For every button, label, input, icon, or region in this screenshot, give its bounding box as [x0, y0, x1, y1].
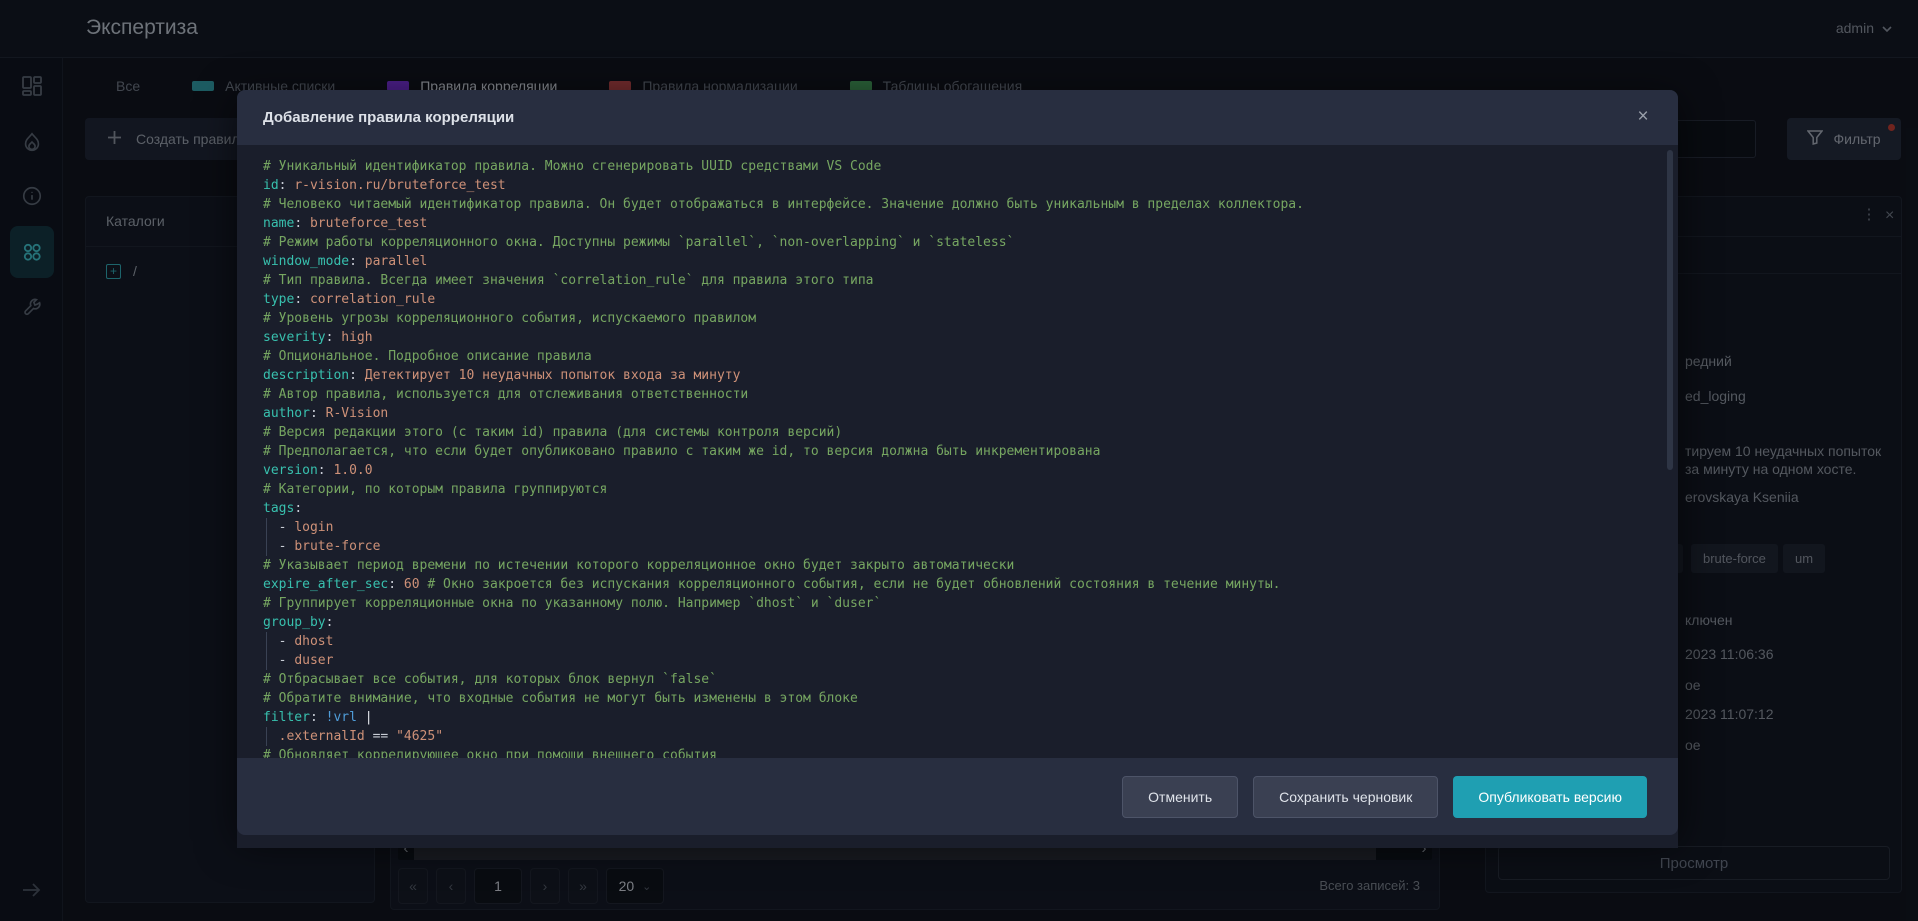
- cancel-button[interactable]: Отменить: [1122, 775, 1239, 818]
- code-line: # Обратите внимание, что входные события…: [263, 691, 858, 706]
- code-line: name: bruteforce_test: [263, 216, 428, 231]
- code-line: # Режим работы корреляционного окна. Дос…: [263, 235, 1015, 250]
- code-line: description: Детектирует 10 неудачных по…: [263, 368, 741, 383]
- code-line: - duser: [263, 651, 1678, 670]
- code-line: author: R-Vision: [263, 406, 389, 421]
- code-line: # Автор правила, используется для отслеж…: [263, 387, 749, 402]
- code-line: # Опциональное. Подробное описание прави…: [263, 349, 592, 364]
- code-line: type: correlation_rule: [263, 292, 436, 307]
- code-line: - login: [263, 518, 1678, 537]
- code-scrollbar[interactable]: [1667, 150, 1673, 470]
- code-line: severity: high: [263, 330, 373, 345]
- modal-title: Добавление правила корреляции: [263, 109, 515, 126]
- code-line: - brute-force: [263, 537, 1678, 556]
- code-line: - dhost: [263, 632, 1678, 651]
- code-line: # Категории, по которым правила группиру…: [263, 482, 608, 497]
- code-line: expire_after_sec: 60 # Окно закроется бе…: [263, 577, 1281, 592]
- code-line: id: r-vision.ru/bruteforce_test: [263, 178, 506, 193]
- code-line: # Тип правила. Всегда имеет значения `co…: [263, 273, 874, 288]
- add-correlation-rule-modal: Добавление правила корреляции × # Уникал…: [237, 90, 1678, 848]
- publish-version-button[interactable]: Опубликовать версию: [1453, 775, 1647, 818]
- yaml-code-editor[interactable]: # Уникальный идентификатор правила. Можн…: [237, 145, 1678, 848]
- code-line: version: 1.0.0: [263, 463, 373, 478]
- app-root: Экспертиза admin R·: [0, 0, 1918, 921]
- code-line: window_mode: parallel: [263, 254, 428, 269]
- modal-footer: Отменить Сохранить черновик Опубликовать…: [237, 758, 1678, 835]
- modal-header: Добавление правила корреляции ×: [237, 90, 1678, 145]
- code-line: filter: !vrl |: [263, 710, 373, 725]
- code-line: .externalId == "4625": [263, 727, 1678, 746]
- code-line: # Указывает период времени по истечении …: [263, 558, 1015, 573]
- code-line: group_by:: [263, 615, 334, 630]
- code-line: # Предполагается, что если будет опублик…: [263, 444, 1101, 459]
- code-line: tags:: [263, 501, 303, 516]
- code-line: # Версия редакции этого (с таким id) пра…: [263, 425, 843, 440]
- code-line: # Человеко читаемый идентификатор правил…: [263, 197, 1304, 212]
- close-icon[interactable]: ×: [1630, 104, 1656, 130]
- code-line: # Группирует корреляционные окна по указ…: [263, 596, 882, 611]
- code-line: # Уникальный идентификатор правила. Можн…: [263, 159, 882, 174]
- code-line: # Отбрасывает все события, для которых б…: [263, 672, 717, 687]
- code-line: # Уровень угрозы корреляционного события…: [263, 311, 757, 326]
- save-draft-button[interactable]: Сохранить черновик: [1253, 775, 1439, 818]
